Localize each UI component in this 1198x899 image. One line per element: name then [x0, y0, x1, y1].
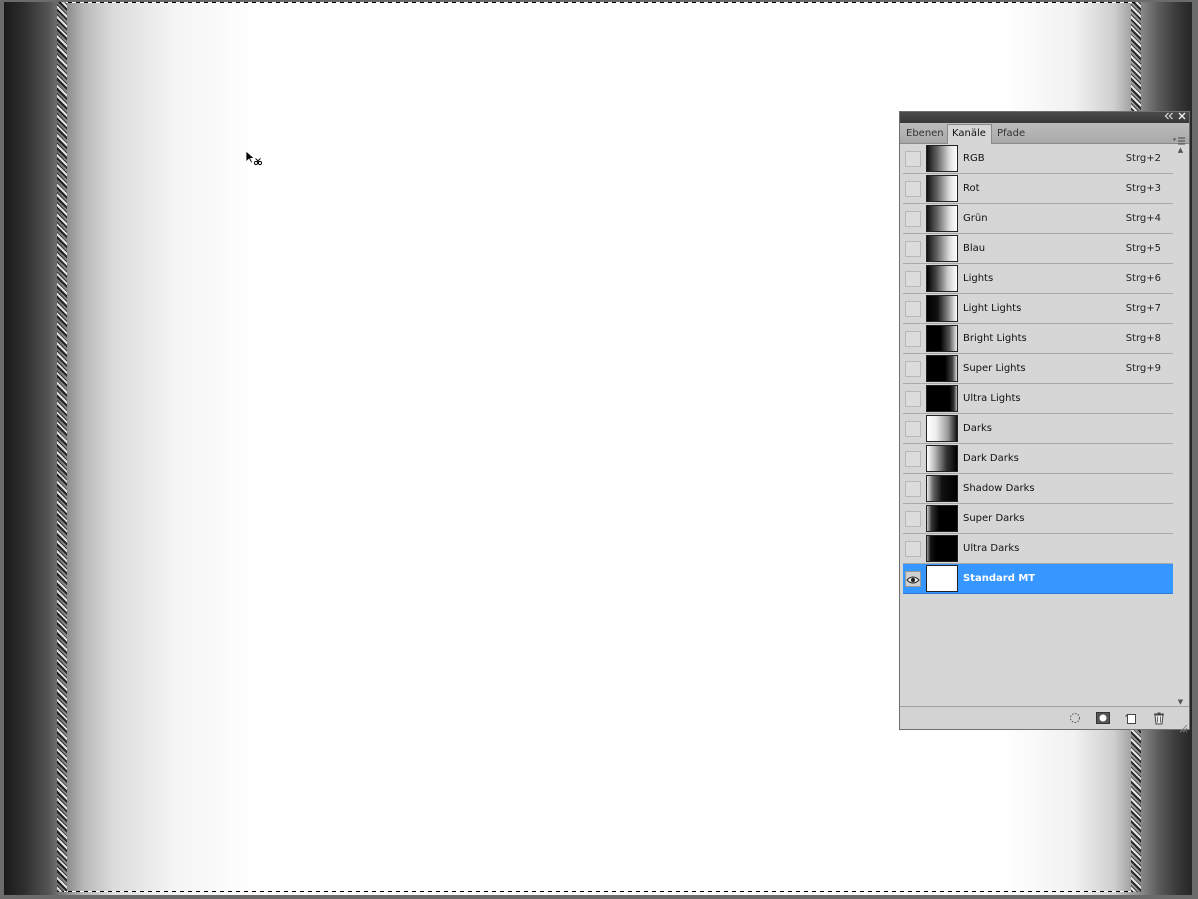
- channel-thumbnail: [926, 325, 958, 352]
- channel-row[interactable]: Ultra Darks: [903, 534, 1173, 564]
- channel-shortcut: Strg+9: [1125, 363, 1161, 374]
- eye-visibility-toggle[interactable]: [905, 541, 921, 557]
- channel-row[interactable]: Darks: [903, 414, 1173, 444]
- channel-name: Super Lights: [963, 363, 1026, 374]
- eye-icon: [906, 576, 920, 584]
- channel-row[interactable]: Light Lights Strg+7: [903, 294, 1173, 324]
- channel-thumbnail: [926, 385, 958, 412]
- channel-name: Rot: [963, 183, 980, 194]
- eye-visibility-toggle[interactable]: [905, 331, 921, 347]
- eye-visibility-toggle[interactable]: [905, 391, 921, 407]
- new-channel-icon[interactable]: [1123, 710, 1139, 726]
- channel-shortcut: Strg+3: [1125, 183, 1161, 194]
- selection-marquee-left: [57, 2, 67, 892]
- selection-marquee-top: [60, 2, 1136, 3]
- trash-icon[interactable]: [1151, 710, 1167, 726]
- channel-thumbnail: [926, 565, 958, 592]
- eye-visibility-toggle[interactable]: [905, 361, 921, 377]
- scroll-up-arrow-icon[interactable]: ▲: [1174, 145, 1187, 155]
- channel-thumbnail: [926, 475, 958, 502]
- eye-visibility-toggle[interactable]: [905, 571, 921, 587]
- channel-list: RGB Strg+2 Rot Strg+3 Grün Strg+4 Blau Strg+5 Li…: [903, 144, 1173, 708]
- channel-row[interactable]: Standard MT: [903, 564, 1173, 594]
- channel-thumbnail: [926, 265, 958, 292]
- tab-kanaele[interactable]: Kanäle: [947, 124, 992, 144]
- channel-row[interactable]: Grün Strg+4: [903, 204, 1173, 234]
- channel-shortcut: Strg+5: [1125, 243, 1161, 254]
- channel-name: Grün: [963, 213, 988, 224]
- channel-name: Ultra Darks: [963, 543, 1020, 554]
- load-channel-as-selection-icon[interactable]: [1067, 710, 1083, 726]
- channel-shortcut: Strg+8: [1125, 333, 1161, 344]
- eye-visibility-toggle[interactable]: [905, 451, 921, 467]
- channels-panel: Ebenen Kanäle Pfade RGB Strg+2 Rot Strg+3 Gr…: [899, 111, 1190, 733]
- channel-row[interactable]: Dark Darks: [903, 444, 1173, 474]
- close-icon[interactable]: [1176, 112, 1188, 123]
- channel-row[interactable]: Super Darks: [903, 504, 1173, 534]
- save-selection-as-channel-icon[interactable]: [1095, 710, 1111, 726]
- channel-row[interactable]: RGB Strg+2: [903, 144, 1173, 174]
- eye-visibility-toggle[interactable]: [905, 151, 921, 167]
- channel-name: RGB: [963, 153, 985, 164]
- panel-titlebar[interactable]: [900, 112, 1189, 123]
- channel-thumbnail: [926, 175, 958, 202]
- channel-name: Ultra Lights: [963, 393, 1021, 404]
- channel-thumbnail: [926, 445, 958, 472]
- channel-row[interactable]: Shadow Darks: [903, 474, 1173, 504]
- channel-name: Bright Lights: [963, 333, 1027, 344]
- channel-shortcut: Strg+2: [1125, 153, 1161, 164]
- channel-name: Light Lights: [963, 303, 1022, 314]
- channel-thumbnail: [926, 415, 958, 442]
- channel-name: Standard MT: [963, 573, 1036, 584]
- eye-visibility-toggle[interactable]: [905, 421, 921, 437]
- channel-name: Darks: [963, 423, 992, 434]
- channel-thumbnail: [926, 355, 958, 382]
- vertical-scrollbar[interactable]: ▲ ▼: [1174, 145, 1187, 707]
- eye-visibility-toggle[interactable]: [905, 301, 921, 317]
- channel-row[interactable]: Lights Strg+6: [903, 264, 1173, 294]
- eye-visibility-toggle[interactable]: [905, 241, 921, 257]
- eye-visibility-toggle[interactable]: [905, 181, 921, 197]
- channel-thumbnail: [926, 235, 958, 262]
- resize-grip-icon[interactable]: [1178, 718, 1188, 733]
- channel-name: Lights: [963, 273, 994, 284]
- eye-visibility-toggle[interactable]: [905, 481, 921, 497]
- channel-name: Super Darks: [963, 513, 1025, 524]
- channel-row[interactable]: Rot Strg+3: [903, 174, 1173, 204]
- channel-shortcut: Strg+7: [1125, 303, 1161, 314]
- panel-tabbar: Ebenen Kanäle Pfade: [900, 123, 1189, 145]
- panel-footer: [900, 706, 1189, 733]
- channel-row[interactable]: Ultra Lights: [903, 384, 1173, 414]
- tab-ebenen[interactable]: Ebenen: [902, 125, 946, 143]
- channel-thumbnail: [926, 505, 958, 532]
- eye-visibility-toggle[interactable]: [905, 511, 921, 527]
- channel-name: Shadow Darks: [963, 483, 1035, 494]
- eye-visibility-toggle[interactable]: [905, 271, 921, 287]
- channel-row[interactable]: Blau Strg+5: [903, 234, 1173, 264]
- channel-shortcut: Strg+4: [1125, 213, 1161, 224]
- channel-name: Blau: [963, 243, 986, 254]
- channel-row[interactable]: Super Lights Strg+9: [903, 354, 1173, 384]
- channel-thumbnail: [926, 145, 958, 172]
- eye-visibility-toggle[interactable]: [905, 211, 921, 227]
- channel-thumbnail: [926, 535, 958, 562]
- channel-row[interactable]: Bright Lights Strg+8: [903, 324, 1173, 354]
- scissors-cursor-icon: [245, 150, 263, 167]
- channel-shortcut: Strg+6: [1125, 273, 1161, 284]
- tab-pfade[interactable]: Pfade: [993, 125, 1029, 143]
- channel-thumbnail: [926, 295, 958, 322]
- double-chevron-left-icon[interactable]: [1163, 112, 1175, 123]
- channel-thumbnail: [926, 205, 958, 232]
- selection-marquee-bottom: [60, 891, 1136, 892]
- channel-name: Dark Darks: [963, 453, 1019, 464]
